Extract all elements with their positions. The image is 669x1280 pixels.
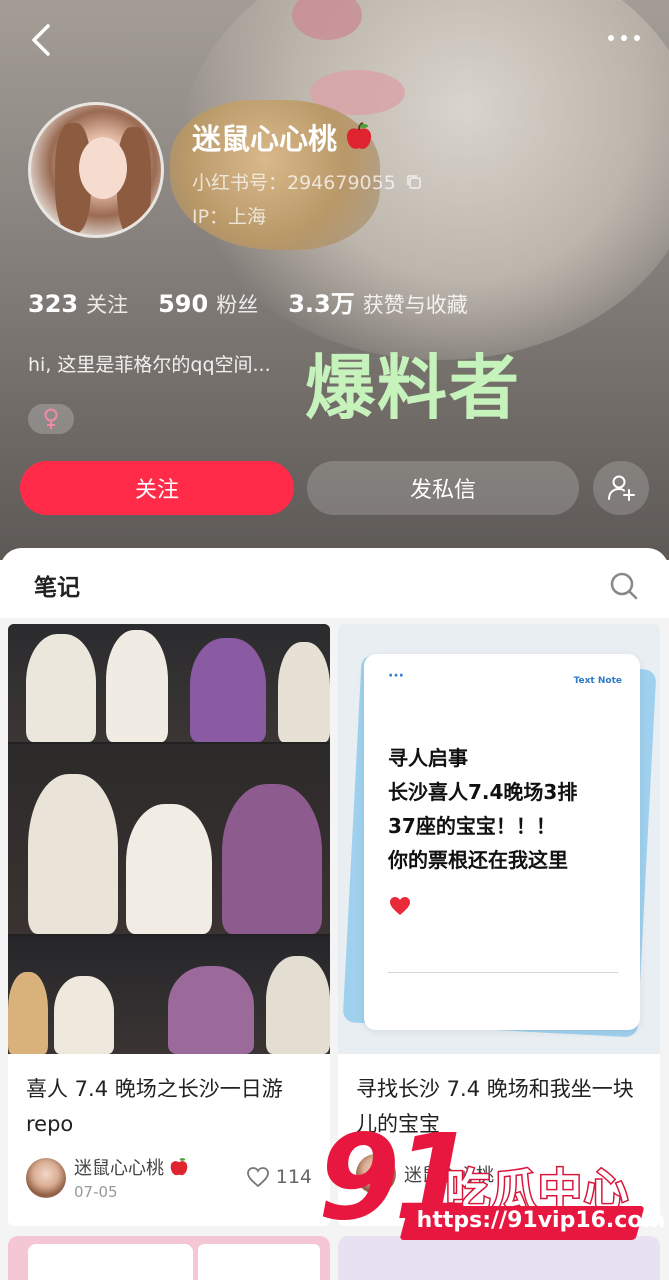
text-note-cover: ··· Text Note 寻人启事 长沙喜人7.4晚场3排 37座的宝宝！！！… (338, 624, 660, 1054)
add-friend-button[interactable] (593, 461, 649, 515)
username-text: 迷鼠心心桃 (192, 122, 338, 156)
note-card-peek-inner (28, 1244, 193, 1280)
stat-followers[interactable]: 590 粉丝 (158, 289, 258, 319)
performer (26, 634, 96, 742)
performer (106, 630, 168, 742)
username: 迷鼠心心桃 (192, 116, 375, 158)
text-note-line: 寻人启事 (388, 746, 468, 770)
like-button[interactable]: 114 (246, 1166, 312, 1188)
add-friend-icon (608, 475, 635, 501)
photo-strip (8, 624, 330, 742)
note-card[interactable]: 喜人 7.4 晚场之长沙一日游 repo 迷鼠心心桃 07-05 114 (8, 624, 330, 1226)
avatar (26, 1157, 66, 1198)
text-note-line: 长沙喜人7.4晚场3排 (388, 780, 578, 804)
performer (222, 784, 322, 934)
message-button[interactable]: 发私信 (307, 461, 579, 515)
photo-strip (8, 936, 330, 1054)
performer (54, 976, 114, 1054)
stats-row: 323 关注 590 粉丝 3.3万 获赞与收藏 (28, 284, 468, 319)
text-note-label: Text Note (573, 676, 622, 686)
gender-badge (28, 404, 74, 434)
text-note-divider (388, 972, 618, 973)
author-name: 迷鼠心心桃 (74, 1158, 164, 1179)
ip-location: IP：上海 (192, 206, 267, 228)
note-card-peek-inner (198, 1244, 320, 1280)
follow-button[interactable]: 关注 (20, 461, 294, 515)
photo-strip (8, 744, 330, 934)
text-note-paper: ··· Text Note 寻人启事 长沙喜人7.4晚场3排 37座的宝宝！！！… (364, 654, 640, 1030)
stat-value: 3.3万 (288, 290, 355, 318)
performer (8, 972, 48, 1054)
author-info: 迷鼠心心桃 07-05 (74, 1154, 190, 1201)
copy-icon[interactable] (406, 174, 422, 190)
stat-following[interactable]: 323 关注 (28, 289, 128, 319)
heart-icon (246, 1167, 269, 1188)
performer (266, 956, 330, 1054)
performer (126, 804, 212, 934)
apple-emoji-icon (170, 1158, 188, 1176)
stat-label: 获赞与收藏 (362, 293, 468, 317)
note-cover-photo (8, 624, 330, 1054)
performer (278, 642, 330, 742)
note-title[interactable]: 喜人 7.4 晚场之长沙一日游 repo (26, 1072, 322, 1142)
text-note-line: 你的票根还在我这里 (388, 848, 568, 872)
stat-likes-collects[interactable]: 3.3万 获赞与收藏 (288, 284, 468, 319)
overlay-caption: 爆料者 (305, 347, 521, 429)
tab-notes[interactable]: 笔记 (34, 568, 80, 602)
note-date: 07-05 (74, 1183, 118, 1201)
user-id-row: 小红书号：294679055 (192, 168, 422, 195)
stat-value: 323 (28, 290, 79, 318)
performer (168, 966, 254, 1054)
stat-label: 粉丝 (216, 293, 259, 317)
back-icon[interactable] (22, 20, 62, 60)
bio: hi, 这里是菲格尔的qq空间... (28, 354, 271, 376)
watermark-url-badge: https://91vip16.com (399, 1206, 665, 1240)
performer (190, 638, 266, 742)
like-count: 114 (275, 1166, 312, 1188)
author-name-row: 迷鼠心心桃 (74, 1154, 190, 1180)
note-author[interactable]: 迷鼠心心桃 07-05 (26, 1154, 190, 1201)
stat-value: 590 (158, 290, 209, 318)
more-icon[interactable] (600, 20, 648, 56)
watermark-url: https://91vip16.com (416, 1208, 666, 1233)
text-note-line: 37座的宝宝！！！ (388, 814, 556, 838)
search-icon[interactable] (608, 570, 640, 602)
performer (28, 774, 118, 934)
apple-emoji-icon (346, 122, 372, 149)
text-note-dots: ··· (388, 668, 404, 684)
profile-header: 迷鼠心心桃 小红书号：294679055 IP：上海 323 关注 590 粉丝… (0, 0, 669, 560)
red-heart-icon (390, 897, 410, 915)
avatar[interactable] (28, 102, 164, 238)
notes-tab-bar: 笔记 (0, 548, 669, 618)
note-card-peek[interactable] (8, 1236, 330, 1280)
stat-label: 关注 (86, 293, 129, 317)
avatar-face (79, 137, 127, 199)
user-id: 小红书号：294679055 (192, 172, 396, 194)
site-watermark-logo: 91 吃瓜中心 https://91vip16.com (318, 1118, 665, 1258)
female-icon (44, 408, 58, 429)
